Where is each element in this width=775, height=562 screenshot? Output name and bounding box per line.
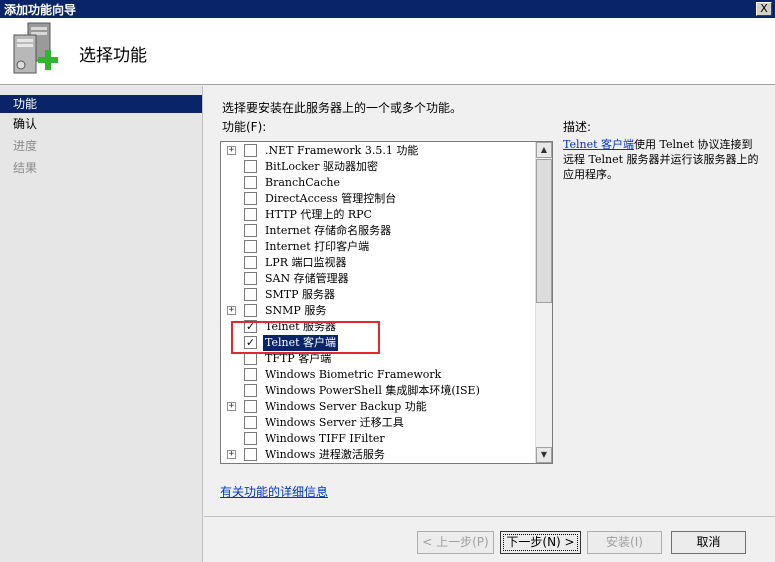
feature-row[interactable]: HTTP 代理上的 RPC (221, 207, 535, 223)
feature-row[interactable]: Windows Server 迁移工具 (221, 415, 535, 431)
feature-row[interactable]: + Windows Server Backup 功能 (221, 399, 535, 415)
next-button[interactable]: 下一步(N) > (500, 531, 581, 554)
feature-checkbox[interactable] (244, 208, 257, 221)
title-bar: 添加功能向导 X (0, 0, 775, 18)
expand-icon[interactable]: + (227, 146, 236, 155)
feature-checkbox[interactable] (244, 272, 257, 285)
main-content: 选择要安装在此服务器上的一个或多个功能。 功能(F): + .NET Framew… (204, 86, 775, 516)
scroll-down-button[interactable]: ▼ (536, 447, 552, 463)
feature-checkbox[interactable] (244, 384, 257, 397)
install-button[interactable]: 安装(I) (587, 531, 662, 554)
expand-icon[interactable]: + (227, 402, 236, 411)
instruction-text: 选择要安装在此服务器上的一个或多个功能。 (222, 101, 463, 115)
feature-label: SNMP 服务 (265, 304, 327, 317)
feature-label: Internet 打印客户端 (265, 240, 370, 253)
feature-label: SAN 存储管理器 (265, 272, 349, 285)
scroll-thumb[interactable] (536, 159, 552, 303)
scroll-up-button[interactable]: ▲ (536, 142, 552, 158)
feature-checkbox[interactable] (244, 144, 257, 157)
features-tree[interactable]: + .NET Framework 3.5.1 功能 BitLocker 驱动器加密 B… (220, 141, 553, 464)
feature-row[interactable]: + Windows 进程激活服务 (221, 447, 535, 463)
features-rows: + .NET Framework 3.5.1 功能 BitLocker 驱动器加密 B… (221, 143, 535, 464)
feature-row[interactable]: Windows PowerShell 集成脚本环境(ISE) (221, 383, 535, 399)
expand-icon[interactable]: + (227, 450, 236, 459)
server-add-icon (13, 22, 58, 74)
vertical-scrollbar[interactable]: ▲ ▼ (535, 142, 552, 463)
feature-row[interactable]: BranchCache (221, 175, 535, 191)
description-text: Telnet 客户端使用 Telnet 协议连接到远程 Telnet 服务器并运… (563, 137, 763, 182)
feature-label: Windows Biometric Framework (265, 368, 442, 381)
feature-checkbox[interactable] (244, 240, 257, 253)
wizard-footer: < 上一步(P) 下一步(N) > 安装(I) 取消 (204, 516, 775, 562)
wizard-steps-nav: 功能 确认 进度 结果 (0, 86, 203, 562)
feature-row[interactable]: SAN 存储管理器 (221, 271, 535, 287)
feature-label: Windows Server 迁移工具 (265, 416, 404, 429)
feature-row[interactable]: + SNMP 服务 (221, 303, 535, 319)
page-title: 选择功能 (79, 46, 147, 66)
feature-label: LPR 端口监视器 (265, 256, 347, 269)
feature-label: Windows 进程激活服务 (265, 448, 385, 461)
feature-label: Windows PowerShell 集成脚本环境(ISE) (265, 384, 480, 397)
feature-label: SMTP 服务器 (265, 288, 336, 301)
feature-checkbox[interactable] (244, 192, 257, 205)
feature-checkbox[interactable] (244, 160, 257, 173)
feature-label: Windows 内部数据库 (263, 463, 376, 464)
nav-step-results: 结果 (13, 161, 38, 175)
expand-icon[interactable]: + (227, 306, 236, 315)
features-list-label: 功能(F): (222, 120, 267, 134)
back-button[interactable]: < 上一步(P) (417, 531, 494, 554)
highlight-annotation-box (231, 321, 380, 354)
feature-label: Windows TIFF IFilter (265, 432, 385, 445)
feature-row[interactable]: Internet 存储命名服务器 (221, 223, 535, 239)
feature-checkbox[interactable] (244, 256, 257, 269)
feature-row[interactable]: SMTP 服务器 (221, 287, 535, 303)
feature-row[interactable]: Windows 内部数据库 (221, 463, 535, 464)
window-title: 添加功能向导 (4, 3, 77, 17)
more-info-link[interactable]: 有关功能的详细信息 (220, 483, 328, 500)
feature-row[interactable]: + .NET Framework 3.5.1 功能 (221, 143, 535, 159)
feature-row[interactable]: Windows TIFF IFilter (221, 431, 535, 447)
feature-checkbox[interactable] (244, 288, 257, 301)
feature-row[interactable]: Internet 打印客户端 (221, 239, 535, 255)
feature-label: DirectAccess 管理控制台 (265, 192, 397, 205)
feature-row[interactable]: DirectAccess 管理控制台 (221, 191, 535, 207)
description-feature-link[interactable]: Telnet 客户端 (563, 138, 634, 151)
nav-step-progress: 进度 (13, 139, 38, 153)
feature-checkbox[interactable] (244, 368, 257, 381)
feature-label: Windows Server Backup 功能 (265, 400, 427, 413)
feature-label: BranchCache (265, 176, 340, 189)
feature-row[interactable]: BitLocker 驱动器加密 (221, 159, 535, 175)
feature-checkbox[interactable] (244, 176, 257, 189)
feature-checkbox[interactable] (244, 304, 257, 317)
feature-label: HTTP 代理上的 RPC (265, 208, 372, 221)
feature-label: Internet 存储命名服务器 (265, 224, 392, 237)
feature-row[interactable]: LPR 端口监视器 (221, 255, 535, 271)
nav-step-confirm[interactable]: 确认 (0, 113, 202, 135)
close-button[interactable]: X (756, 2, 772, 16)
cancel-button[interactable]: 取消 (671, 531, 746, 554)
nav-step-features[interactable]: 功能 (0, 95, 202, 113)
description-label: 描述: (563, 120, 592, 134)
feature-checkbox[interactable] (244, 400, 257, 413)
feature-checkbox[interactable] (244, 448, 257, 461)
feature-checkbox[interactable] (244, 432, 257, 445)
feature-label: BitLocker 驱动器加密 (265, 160, 379, 173)
wizard-header: 选择功能 (0, 18, 775, 85)
feature-label: .NET Framework 3.5.1 功能 (265, 144, 419, 157)
feature-row[interactable]: Windows Biometric Framework (221, 367, 535, 383)
feature-checkbox[interactable] (244, 224, 257, 237)
feature-checkbox[interactable] (244, 416, 257, 429)
